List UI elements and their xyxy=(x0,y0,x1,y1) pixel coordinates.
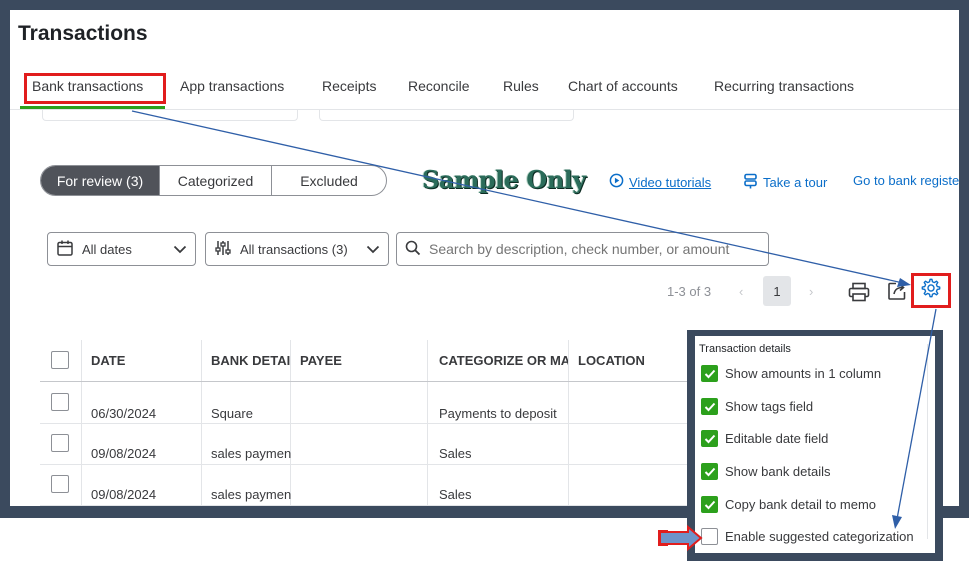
option-show-amounts-in-1-column[interactable]: Show amounts in 1 column xyxy=(701,365,881,382)
select-all-checkbox[interactable] xyxy=(51,351,69,369)
active-tab-highlight xyxy=(24,73,166,104)
option-editable-date-field[interactable]: Editable date field xyxy=(701,430,828,447)
sliders-icon xyxy=(214,239,232,260)
sample-watermark: Sample Only xyxy=(422,165,586,194)
pagination-range: 1-3 of 3 xyxy=(667,284,712,299)
previous-page-button[interactable]: ‹ xyxy=(739,284,743,299)
print-icon[interactable] xyxy=(848,282,870,307)
tab-reconcile[interactable]: Reconcile xyxy=(408,78,469,94)
table-settings-panel: Transaction details Show amounts in 1 co… xyxy=(687,330,943,561)
take-a-tour-label: Take a tour xyxy=(763,175,828,190)
play-circle-icon xyxy=(609,173,624,191)
row-date: 09/08/2024 xyxy=(91,446,157,461)
video-tutorials-label: Video tutorials xyxy=(629,174,712,190)
panel-scrollbar[interactable] xyxy=(927,344,935,539)
column-header-location[interactable]: LOCATION xyxy=(578,340,698,380)
option-show-tags-field[interactable]: Show tags field xyxy=(701,398,813,415)
row-category[interactable]: Sales xyxy=(439,446,567,461)
excluded-tab[interactable]: Excluded xyxy=(272,166,386,195)
option-label: Editable date field xyxy=(725,431,829,446)
option-label: Copy bank detail to memo xyxy=(725,497,877,512)
option-show-bank-details[interactable]: Show bank details xyxy=(701,463,831,480)
option-label: Show tags field xyxy=(725,399,814,414)
calendar-icon xyxy=(56,239,74,260)
tab-app-transactions[interactable]: App transactions xyxy=(180,78,284,94)
option-label: Enable suggested categorization xyxy=(725,529,914,544)
for-review-tab[interactable]: For review (3) xyxy=(41,166,160,195)
option-label: Show bank details xyxy=(725,464,831,479)
checkbox-unchecked[interactable] xyxy=(701,528,718,545)
export-icon[interactable] xyxy=(887,281,907,306)
search-field[interactable] xyxy=(396,232,769,266)
go-to-bank-register-link[interactable]: Go to bank registe xyxy=(853,173,959,188)
tour-icon xyxy=(743,173,758,192)
chevron-down-icon xyxy=(173,242,187,257)
tab-receipts[interactable]: Receipts xyxy=(322,78,376,94)
page-title: Transactions xyxy=(18,22,148,45)
row-category[interactable]: Payments to deposit xyxy=(439,406,567,421)
checkbox-checked[interactable] xyxy=(701,463,718,480)
row-date: 09/08/2024 xyxy=(91,487,157,502)
transaction-type-filter-dropdown[interactable]: All transactions (3) xyxy=(205,232,389,266)
categorized-tab[interactable]: Categorized xyxy=(160,166,272,195)
checkbox-checked[interactable] xyxy=(701,430,718,447)
column-header-date[interactable]: DATE xyxy=(91,340,196,380)
tab-recurring-transactions[interactable]: Recurring transactions xyxy=(714,78,854,94)
column-header-categorize-or-match[interactable]: CATEGORIZE OR MA xyxy=(439,340,568,380)
checkbox-checked[interactable] xyxy=(701,398,718,415)
go-to-bank-register-label: Go to bank registe xyxy=(853,173,960,188)
row-bank-detail: sales paymen xyxy=(211,446,291,461)
gear-icon[interactable] xyxy=(920,277,942,304)
row-checkbox[interactable] xyxy=(51,475,69,493)
row-checkbox[interactable] xyxy=(51,393,69,411)
settings-button-highlight xyxy=(911,273,951,308)
review-status-toggle: For review (3) Categorized Excluded xyxy=(40,165,387,196)
checkbox-checked[interactable] xyxy=(701,365,718,382)
row-date: 06/30/2024 xyxy=(91,406,157,421)
tab-chart-of-accounts[interactable]: Chart of accounts xyxy=(568,78,678,94)
date-filter-dropdown[interactable]: All dates xyxy=(47,232,196,266)
date-filter-value: All dates xyxy=(82,241,132,257)
checkbox-checked[interactable] xyxy=(701,496,718,513)
chevron-down-icon xyxy=(366,242,380,257)
column-header-payee[interactable]: PAYEE xyxy=(300,340,420,380)
option-copy-bank-detail-to-memo[interactable]: Copy bank detail to memo xyxy=(701,496,876,513)
transaction-type-filter-value: All transactions (3) xyxy=(240,241,348,257)
row-category[interactable]: Sales xyxy=(439,487,567,502)
option-label: Show amounts in 1 column xyxy=(725,366,882,381)
row-checkbox[interactable] xyxy=(51,434,69,452)
panel-title: Transaction details xyxy=(699,343,791,355)
search-input[interactable] xyxy=(429,241,759,257)
row-bank-detail: sales paymen xyxy=(211,487,291,502)
take-a-tour-link[interactable]: Take a tour xyxy=(743,173,827,192)
account-card[interactable] xyxy=(42,109,298,121)
tab-rules[interactable]: Rules xyxy=(503,78,539,94)
column-header-bank-detail[interactable]: BANK DETAI xyxy=(211,340,290,380)
search-icon xyxy=(405,240,421,259)
account-card[interactable] xyxy=(319,109,574,121)
option-enable-suggested-categorization[interactable]: Enable suggested categorization xyxy=(701,528,914,545)
next-page-button[interactable]: › xyxy=(809,284,813,299)
row-bank-detail: Square xyxy=(211,406,253,421)
current-page-button[interactable]: 1 xyxy=(763,276,791,306)
video-tutorials-link[interactable]: Video tutorials xyxy=(609,173,711,191)
